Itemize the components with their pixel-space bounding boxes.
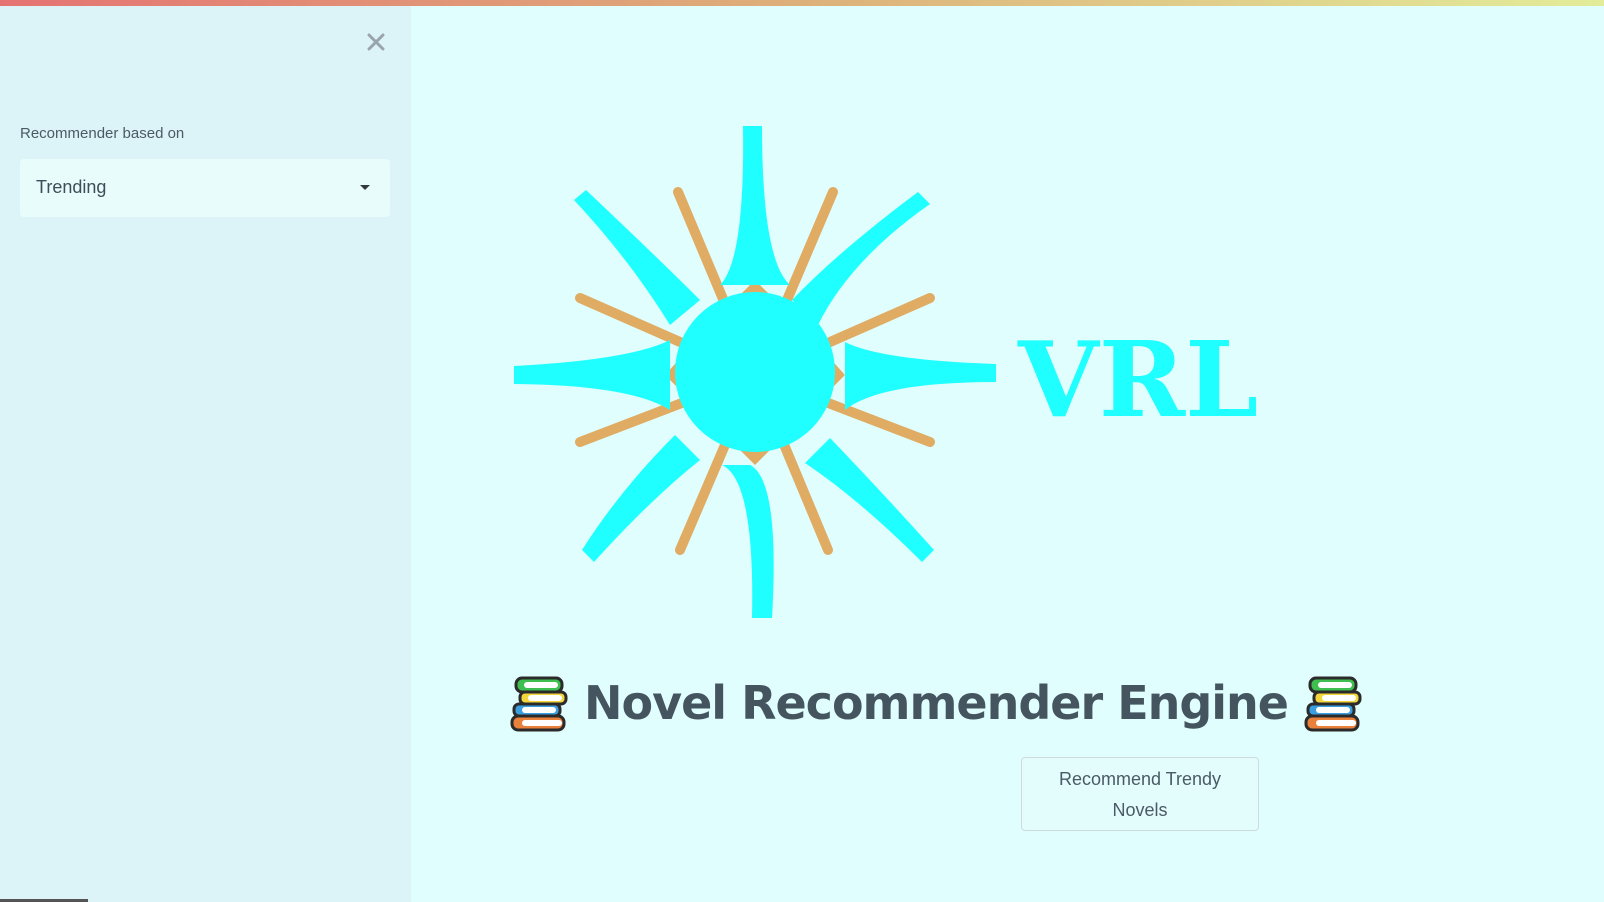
page-title-row: Novel Recommender Engine bbox=[510, 668, 1362, 738]
logo-text: VRL bbox=[1017, 318, 1258, 441]
sidebar-close-button[interactable] bbox=[364, 30, 388, 54]
recommend-trendy-novels-button[interactable]: Recommend Trendy Novels bbox=[1021, 757, 1259, 831]
select-label: Recommender based on bbox=[20, 125, 185, 142]
books-icon bbox=[1304, 676, 1362, 732]
button-label-line-2: Novels bbox=[1112, 800, 1168, 820]
top-decoration-bar bbox=[0, 0, 1604, 6]
page-title: Novel Recommender Engine bbox=[584, 676, 1289, 730]
books-icon bbox=[510, 676, 568, 732]
select-value: Trending bbox=[36, 177, 107, 197]
recommender-select[interactable]: Trending bbox=[20, 159, 390, 217]
caret-down-icon bbox=[360, 185, 370, 190]
sidebar: Recommender based on Trending bbox=[0, 6, 411, 902]
vrl-logo: VRL bbox=[514, 126, 1258, 618]
close-icon bbox=[367, 33, 385, 51]
logo-sun-icon bbox=[514, 126, 996, 618]
button-label-line-1: Recommend Trendy bbox=[1058, 769, 1222, 789]
